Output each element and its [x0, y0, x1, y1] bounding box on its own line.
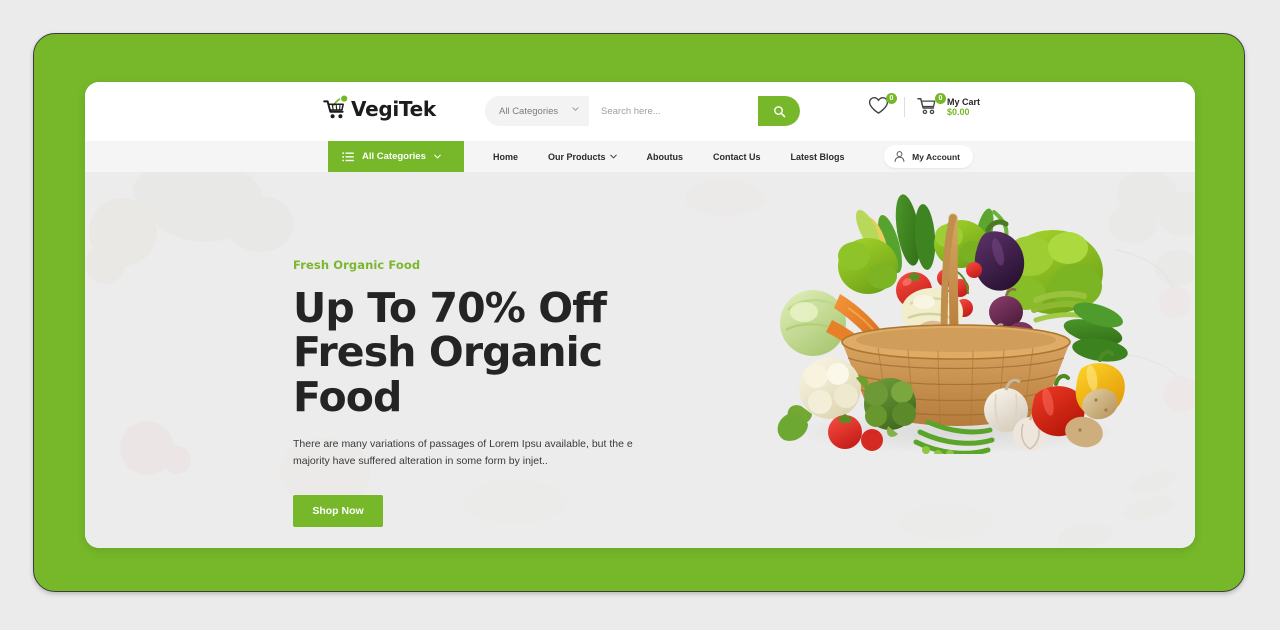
- all-categories-button[interactable]: All Categories: [328, 141, 464, 172]
- hero-copy: Fresh Organic Food Up To 70% Off Fresh O…: [293, 258, 713, 527]
- search-button[interactable]: [758, 96, 800, 126]
- nav-menu: Home Our Products Aboutus Contact Us Lat…: [478, 141, 860, 172]
- user-icon: [894, 151, 905, 163]
- list-icon: [342, 151, 354, 161]
- nav-item-aboutus[interactable]: Aboutus: [632, 152, 699, 162]
- my-account-label: My Account: [912, 151, 960, 162]
- search-bar: All Categories: [485, 96, 800, 126]
- chevron-down-icon: [572, 107, 579, 111]
- nav-item-label: Latest Blogs: [790, 151, 845, 162]
- cart-button[interactable]: 0 My Cart $0.00: [917, 93, 980, 118]
- hero-section: Fresh Organic Food Up To 70% Off Fresh O…: [85, 172, 1195, 548]
- shop-now-button[interactable]: Shop Now: [293, 494, 383, 527]
- cart-label: My Cart: [946, 96, 980, 107]
- nav-item-latest-blogs[interactable]: Latest Blogs: [776, 152, 860, 162]
- nav-item-contact-us[interactable]: Contact Us: [698, 152, 776, 162]
- search-input[interactable]: [589, 96, 758, 126]
- site-header: VegiTek All Categories Search here... 0 …: [85, 82, 1195, 141]
- hero-eyebrow: Fresh Organic Food: [293, 258, 421, 272]
- all-categories-label: All Categories: [362, 151, 426, 162]
- main-navigation: All Categories Home Our Products Aboutus…: [85, 141, 1195, 172]
- cart-amount: $0.00: [946, 107, 970, 117]
- hero-headline: Up To 70% Off Fresh Organic Food: [293, 284, 607, 421]
- chevron-down-icon: [609, 154, 617, 159]
- nav-item-label: Contact Us: [713, 151, 761, 162]
- site-logo[interactable]: VegiTek: [323, 95, 436, 122]
- my-account-button[interactable]: My Account: [884, 145, 973, 168]
- wishlist-count-badge: 0: [885, 93, 897, 104]
- header-divider: [903, 97, 905, 117]
- cart-icon-wrap: 0: [917, 93, 946, 118]
- chevron-down-icon: [434, 154, 441, 159]
- header-actions: 0 0 My Cart $0.00: [868, 93, 980, 118]
- brand-name: VegiTek: [351, 96, 436, 121]
- hero-vegetable-basket-image: [777, 194, 1128, 454]
- category-select[interactable]: All Categories: [485, 96, 589, 126]
- nav-item-our-products[interactable]: Our Products: [533, 152, 632, 162]
- search-icon: [773, 105, 785, 117]
- category-select-value: All Categories: [499, 105, 559, 117]
- hero-subcopy: There are many variations of passages of…: [293, 437, 633, 467]
- nav-item-label: Home: [493, 151, 519, 162]
- shopping-cart-icon: [323, 95, 348, 119]
- nav-item-label: Aboutus: [646, 151, 684, 162]
- nav-item-home[interactable]: Home: [478, 152, 533, 162]
- wishlist-button[interactable]: 0: [868, 93, 897, 118]
- cart-count-badge: 0: [934, 93, 946, 104]
- website-card: VegiTek All Categories Search here... 0 …: [85, 82, 1195, 548]
- cart-text: My Cart $0.00: [947, 97, 980, 118]
- nav-item-label: Our Products: [548, 151, 606, 162]
